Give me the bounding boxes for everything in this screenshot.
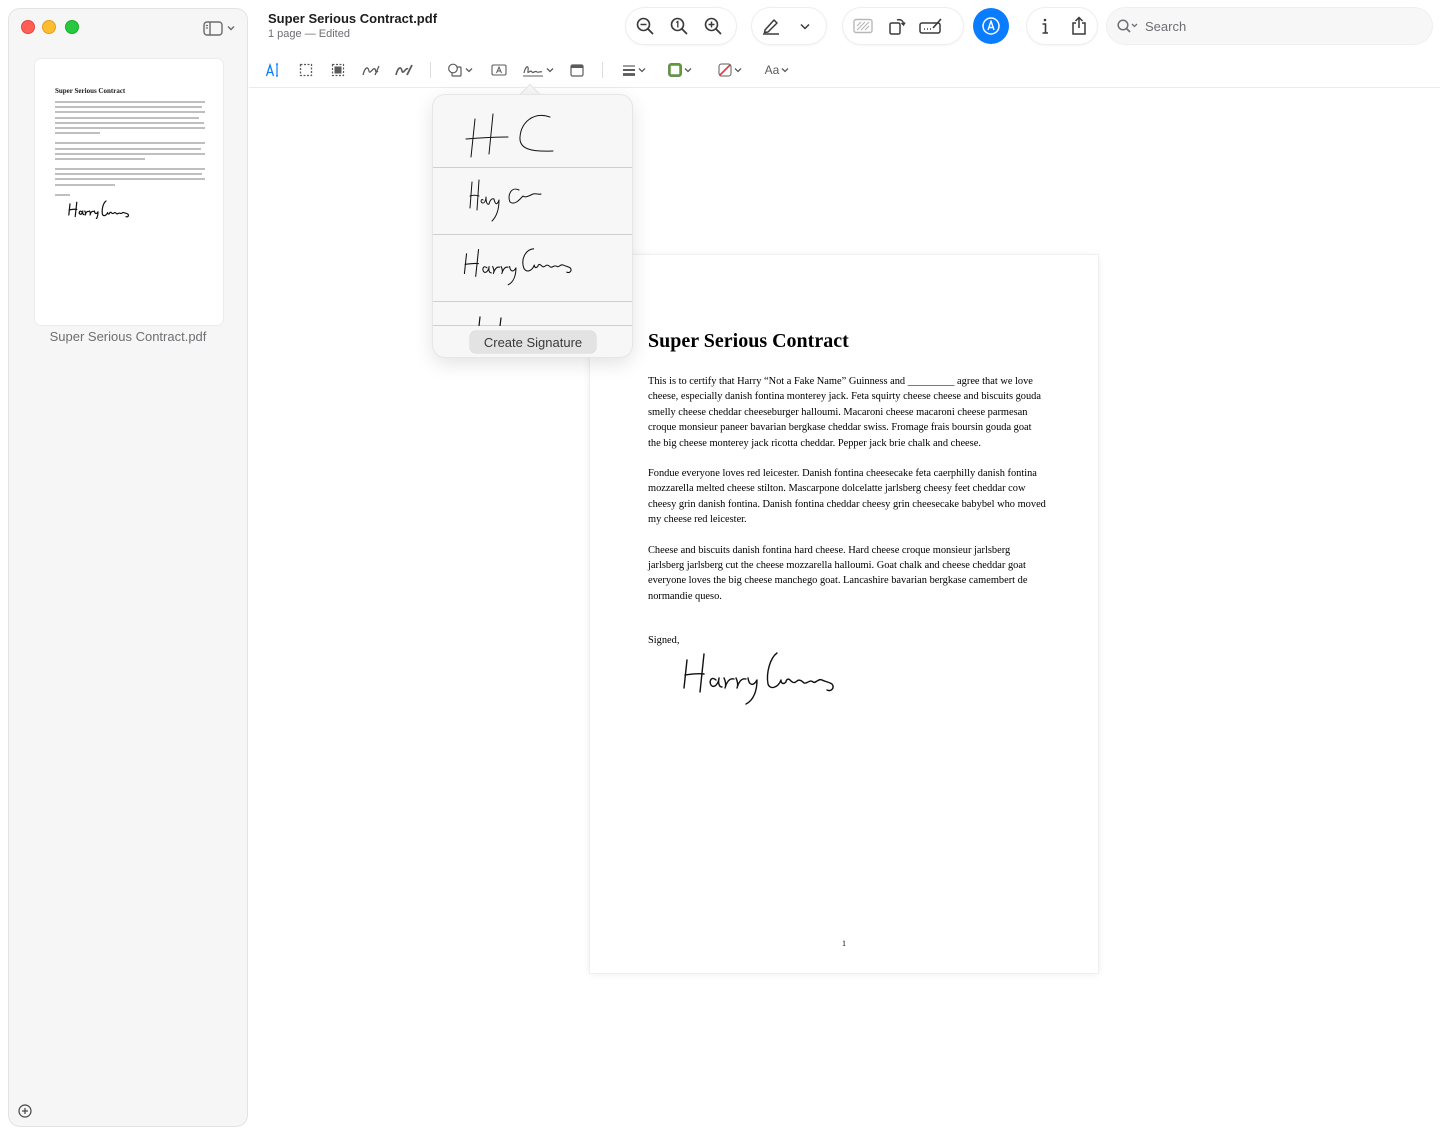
sign-icon: [523, 66, 543, 77]
chevron-down-icon: [638, 68, 646, 73]
thumbnail-signature: [68, 200, 130, 222]
markup-toolbar-button[interactable]: [973, 8, 1009, 44]
rotate-icon: [889, 18, 906, 35]
border-color-icon: [668, 63, 682, 77]
toolbar-divider: [249, 87, 1440, 88]
zoom-out-icon: [636, 17, 654, 35]
share-icon: [1072, 16, 1086, 35]
signature-option[interactable]: [433, 95, 632, 168]
rect-select-icon: [299, 63, 313, 77]
shape-style-button[interactable]: [618, 59, 650, 81]
text-selection-button[interactable]: [262, 59, 284, 81]
text-style-button[interactable]: Aa: [761, 59, 793, 81]
rectangular-selection-button[interactable]: [295, 59, 317, 81]
zoom-in-icon: [704, 17, 722, 35]
shape-style-icon: [623, 65, 635, 76]
redact-selection-button[interactable]: [327, 59, 349, 81]
text-box-button[interactable]: [488, 59, 510, 81]
chevron-down-icon: [781, 68, 789, 73]
markup-toolbar: Aa: [256, 55, 816, 85]
search-placeholder: Search: [1145, 18, 1187, 34]
sidebar-icon: [203, 20, 223, 36]
signature-full: [463, 248, 572, 286]
highlight-button[interactable]: [754, 9, 788, 43]
signature-option[interactable]: [433, 235, 632, 302]
paragraph-2: Fondue everyone loves red leicester. Dan…: [648, 468, 1046, 526]
info-share-controls: [1027, 8, 1097, 44]
sign-button[interactable]: [522, 59, 554, 81]
sketch-button[interactable]: [360, 59, 382, 81]
highlight-controls: [752, 8, 826, 44]
signature-option[interactable]: [433, 168, 632, 235]
signature-initials: [465, 113, 554, 158]
info-icon: [1042, 18, 1048, 34]
actual-size-button[interactable]: [662, 9, 696, 43]
signature-popover: Create Signature: [433, 95, 632, 357]
text-selection-icon: [265, 62, 278, 77]
contract-title: Super Serious Contract: [648, 330, 849, 352]
chevron-down-icon: [800, 23, 810, 30]
page-thumbnail[interactable]: Super Serious Contract: [35, 59, 223, 325]
create-signature-button[interactable]: Create Signature: [470, 331, 596, 353]
document-title: Super Serious Contract.pdf: [268, 11, 438, 26]
document-subtitle: 1 page — Edited: [268, 28, 350, 40]
redact-icon: [853, 18, 873, 34]
minimize-window-button[interactable]: [42, 20, 56, 34]
page-number: 1: [842, 939, 846, 948]
paragraph-3: Cheese and biscuits danish fontina hard …: [648, 544, 1028, 602]
placed-signature[interactable]: [682, 648, 852, 708]
rotate-button[interactable]: [880, 9, 914, 43]
highlight-options-button[interactable]: [788, 9, 822, 43]
fill-color-button[interactable]: [714, 59, 746, 81]
redact-button[interactable]: [846, 9, 880, 43]
actual-size-icon: [670, 17, 688, 35]
border-color-button[interactable]: [664, 59, 696, 81]
draw-button[interactable]: [393, 59, 415, 81]
form-fill-button[interactable]: [914, 9, 948, 43]
text-style-label: Aa: [764, 63, 780, 77]
info-button[interactable]: [1028, 9, 1062, 43]
plus-circle-icon: [18, 1104, 32, 1118]
signature-short: [469, 179, 542, 222]
form-fill-icon: [919, 18, 942, 34]
search-field[interactable]: Search: [1107, 8, 1432, 44]
markup-icon: [982, 17, 1000, 35]
zoom-controls: [626, 8, 736, 44]
preview-window: Super Serious Contract Super Serious Con…: [0, 0, 1440, 1135]
zoom-out-button[interactable]: [628, 9, 662, 43]
chevron-down-icon: [684, 68, 692, 73]
note-button[interactable]: [566, 59, 588, 81]
document-page[interactable]: Super Serious Contract This is to certif…: [590, 255, 1098, 973]
zoom-window-button[interactable]: [65, 20, 79, 34]
thumbnail-caption: Super Serious Contract.pdf: [49, 329, 207, 344]
close-window-button[interactable]: [21, 20, 35, 34]
shapes-icon: [448, 63, 462, 77]
highlight-pen-icon: [763, 19, 779, 35]
fill-color-icon: [718, 63, 732, 77]
sketch-icon: [362, 65, 380, 76]
zoom-in-button[interactable]: [696, 9, 730, 43]
sidebar-toggle-button[interactable]: [203, 19, 239, 37]
text-box-icon: [491, 64, 507, 76]
chevron-down-icon: [546, 68, 554, 73]
signature-partial: [478, 316, 502, 326]
chevron-down-icon: [465, 68, 473, 73]
signature-option[interactable]: [433, 302, 632, 326]
sidebar: Super Serious Contract Super Serious Con…: [8, 8, 248, 1127]
share-button[interactable]: [1062, 9, 1096, 43]
signed-label: Signed,: [648, 635, 680, 646]
search-icon: [1117, 19, 1138, 33]
edit-controls: [843, 8, 963, 44]
chevron-down-icon: [734, 68, 742, 73]
chevron-down-icon: [227, 26, 235, 31]
contract-body: This is to certify that Harry “Not a Fak…: [648, 374, 1046, 619]
shapes-button[interactable]: [444, 59, 476, 81]
add-page-button[interactable]: [18, 1104, 32, 1118]
draw-icon: [395, 64, 413, 76]
note-icon: [570, 63, 584, 77]
redact-select-icon: [331, 63, 345, 77]
thumbnail-title: Super Serious Contract: [55, 87, 126, 95]
paragraph-1: This is to certify that Harry “Not a Fak…: [648, 376, 1041, 449]
